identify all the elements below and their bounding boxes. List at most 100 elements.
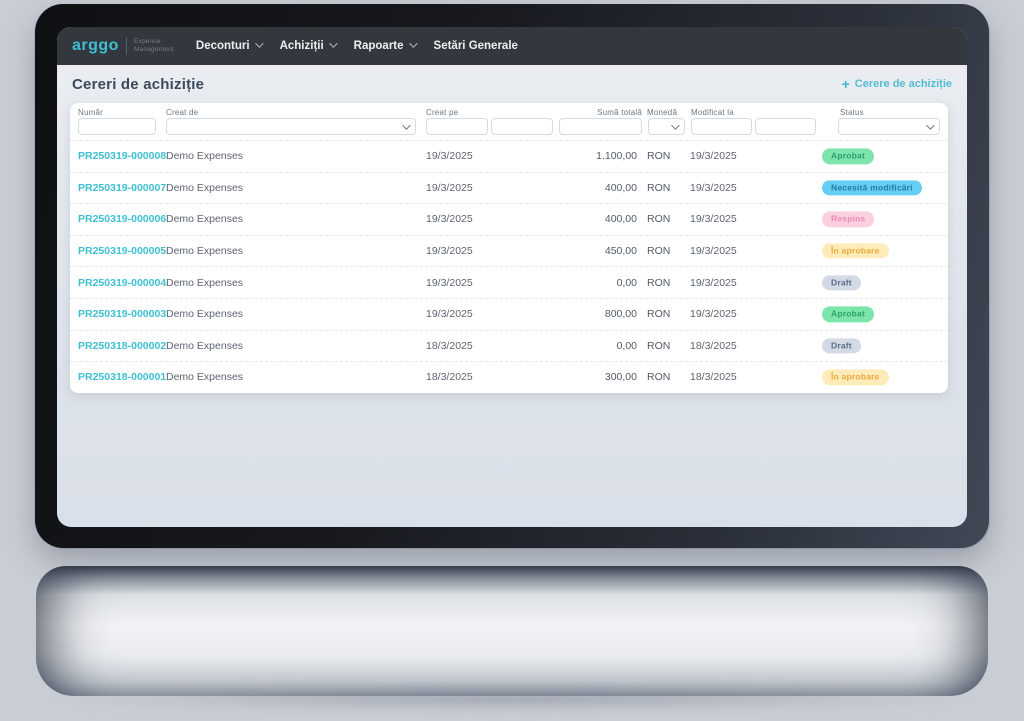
page-header: Cereri de achiziție + Cerere de achiziți… xyxy=(57,65,967,103)
cell-total-amount: 0,00 xyxy=(616,276,637,289)
nav-item-label: Setări Generale xyxy=(433,40,518,52)
cell-total-amount: 400,00 xyxy=(604,181,637,194)
cell-created-by: Demo Expenses xyxy=(166,181,244,194)
cell-total-amount: 0,00 xyxy=(616,339,637,352)
brand-tagline-line2: Management xyxy=(133,46,174,53)
request-number-link[interactable]: PR250319-000003 xyxy=(78,308,166,320)
filter-input-suma-totala[interactable] xyxy=(559,118,642,135)
cell-created-by: Demo Expenses xyxy=(166,339,244,352)
cell-modified-on: 18/3/2025 xyxy=(690,371,737,384)
cell-created-by: Demo Expenses xyxy=(166,245,244,258)
filter-input-modificat-from[interactable] xyxy=(691,118,752,135)
brand-divider xyxy=(125,37,127,55)
cell-created-by: Demo Expenses xyxy=(166,213,244,226)
add-request-button[interactable]: + Cerere de achiziție xyxy=(842,77,952,91)
cell-modified-on: 19/3/2025 xyxy=(690,308,737,321)
filter-input-creat-pe-to[interactable] xyxy=(491,118,553,135)
chevron-down-icon xyxy=(926,121,935,130)
cell-modified-on: 19/3/2025 xyxy=(690,276,737,289)
cell-currency: RON xyxy=(647,308,671,321)
table-row: PR250319-000005 Demo Expenses 19/3/2025 … xyxy=(70,234,948,267)
column-label-suma-totala: Sumă totală xyxy=(597,108,642,117)
column-label-numar: Număr xyxy=(78,108,104,117)
request-number-link[interactable]: PR250319-000006 xyxy=(78,213,166,225)
request-number-link[interactable]: PR250319-000005 xyxy=(78,245,166,257)
cell-created-by: Demo Expenses xyxy=(166,150,244,163)
cell-created-by: Demo Expenses xyxy=(166,371,244,384)
table-row: PR250319-000003 Demo Expenses 19/3/2025 … xyxy=(70,297,948,330)
filter-select-creat-de[interactable] xyxy=(166,118,416,135)
cell-modified-on: 19/3/2025 xyxy=(690,150,737,163)
cell-modified-on: 19/3/2025 xyxy=(690,181,737,194)
cell-total-amount: 800,00 xyxy=(604,308,637,321)
cell-currency: RON xyxy=(647,339,671,352)
column-label-creat-pe: Creat pe xyxy=(426,108,459,117)
plus-icon: + xyxy=(841,76,850,92)
chevron-down-icon xyxy=(254,39,264,48)
cell-created-on: 19/3/2025 xyxy=(426,181,473,194)
table-row: PR250319-000006 Demo Expenses 19/3/2025 … xyxy=(70,203,948,235)
status-badge: Draft xyxy=(822,338,861,354)
request-number-link[interactable]: PR250319-000007 xyxy=(78,182,166,194)
request-number-link[interactable]: PR250319-000004 xyxy=(78,277,166,289)
chevron-down-icon xyxy=(408,39,418,48)
filter-row: Număr Creat de Creat pe Sumă totală Mone… xyxy=(70,103,948,140)
status-badge: În aprobare xyxy=(822,243,889,259)
cell-created-by: Demo Expenses xyxy=(166,276,244,289)
app-navbar: arggo Expense Management Deconturi Achiz… xyxy=(57,27,967,65)
column-label-creat-de: Creat de xyxy=(166,108,199,117)
request-number-link[interactable]: PR250319-000008 xyxy=(78,150,166,162)
cell-total-amount: 300,00 xyxy=(604,371,637,384)
nav-menu: Deconturi Achiziții Rapoarte Setări Gene… xyxy=(195,39,518,52)
cell-currency: RON xyxy=(647,245,671,258)
column-label-moneda: Monedă xyxy=(647,108,678,117)
brand-tagline-line1: Expense xyxy=(133,37,161,45)
filter-select-status[interactable] xyxy=(838,118,940,135)
column-label-status: Status xyxy=(840,108,864,117)
filter-input-creat-pe-from[interactable] xyxy=(426,118,488,135)
page-title: Cereri de achiziție xyxy=(72,75,205,93)
request-number-link[interactable]: PR250318-000002 xyxy=(78,340,166,352)
status-badge: Necesită modificări xyxy=(822,180,922,196)
table-row: PR250319-000007 Demo Expenses 19/3/2025 … xyxy=(70,171,948,204)
nav-item-label: Deconturi xyxy=(195,40,250,52)
cell-created-on: 18/3/2025 xyxy=(426,371,473,384)
table-body: PR250319-000008 Demo Expenses 19/3/2025 … xyxy=(70,140,948,393)
table-row: PR250318-000001 Demo Expenses 18/3/2025 … xyxy=(70,361,948,393)
laptop-screen-bezel: arggo Expense Management Deconturi Achiz… xyxy=(35,4,989,548)
cell-modified-on: 19/3/2025 xyxy=(690,213,737,226)
brand-logo[interactable]: arggo Expense Management xyxy=(72,37,174,55)
cell-currency: RON xyxy=(647,276,671,289)
nav-item-set-ri-generale[interactable]: Setări Generale xyxy=(434,40,518,52)
nav-item-deconturi[interactable]: Deconturi xyxy=(195,39,264,52)
laptop-base-shadow xyxy=(60,688,964,708)
brand-tagline: Expense Management xyxy=(134,38,174,54)
filter-input-modificat-to[interactable] xyxy=(755,118,816,135)
cell-currency: RON xyxy=(647,371,671,384)
cell-total-amount: 450,00 xyxy=(604,245,637,258)
nav-item-rapoarte[interactable]: Rapoarte xyxy=(354,39,418,52)
table-row: PR250319-000004 Demo Expenses 19/3/2025 … xyxy=(70,266,948,298)
chevron-down-icon xyxy=(402,121,411,130)
cell-total-amount: 1.100,00 xyxy=(596,150,637,163)
filter-input-numar[interactable] xyxy=(78,118,156,135)
status-badge: Respins xyxy=(822,211,875,228)
chevron-down-icon xyxy=(328,39,338,48)
filter-select-moneda[interactable] xyxy=(648,118,685,135)
cell-created-by: Demo Expenses xyxy=(166,308,244,321)
column-label-modificat-la: Modificat la xyxy=(691,108,734,117)
status-badge: În aprobare xyxy=(822,369,889,386)
status-badge: Draft xyxy=(822,275,861,291)
cell-created-on: 19/3/2025 xyxy=(426,213,473,226)
cell-currency: RON xyxy=(647,213,671,226)
status-badge: Aprobat xyxy=(822,148,874,164)
cell-total-amount: 400,00 xyxy=(604,213,637,226)
cell-created-on: 18/3/2025 xyxy=(426,339,473,352)
cell-created-on: 19/3/2025 xyxy=(426,308,473,321)
laptop-base xyxy=(36,566,988,696)
nav-item-achizi-ii[interactable]: Achiziții xyxy=(279,39,338,52)
chevron-down-icon xyxy=(671,121,680,130)
table-row: PR250318-000002 Demo Expenses 18/3/2025 … xyxy=(70,329,948,362)
nav-item-label: Achiziții xyxy=(279,40,324,52)
request-number-link[interactable]: PR250318-000001 xyxy=(78,371,166,383)
